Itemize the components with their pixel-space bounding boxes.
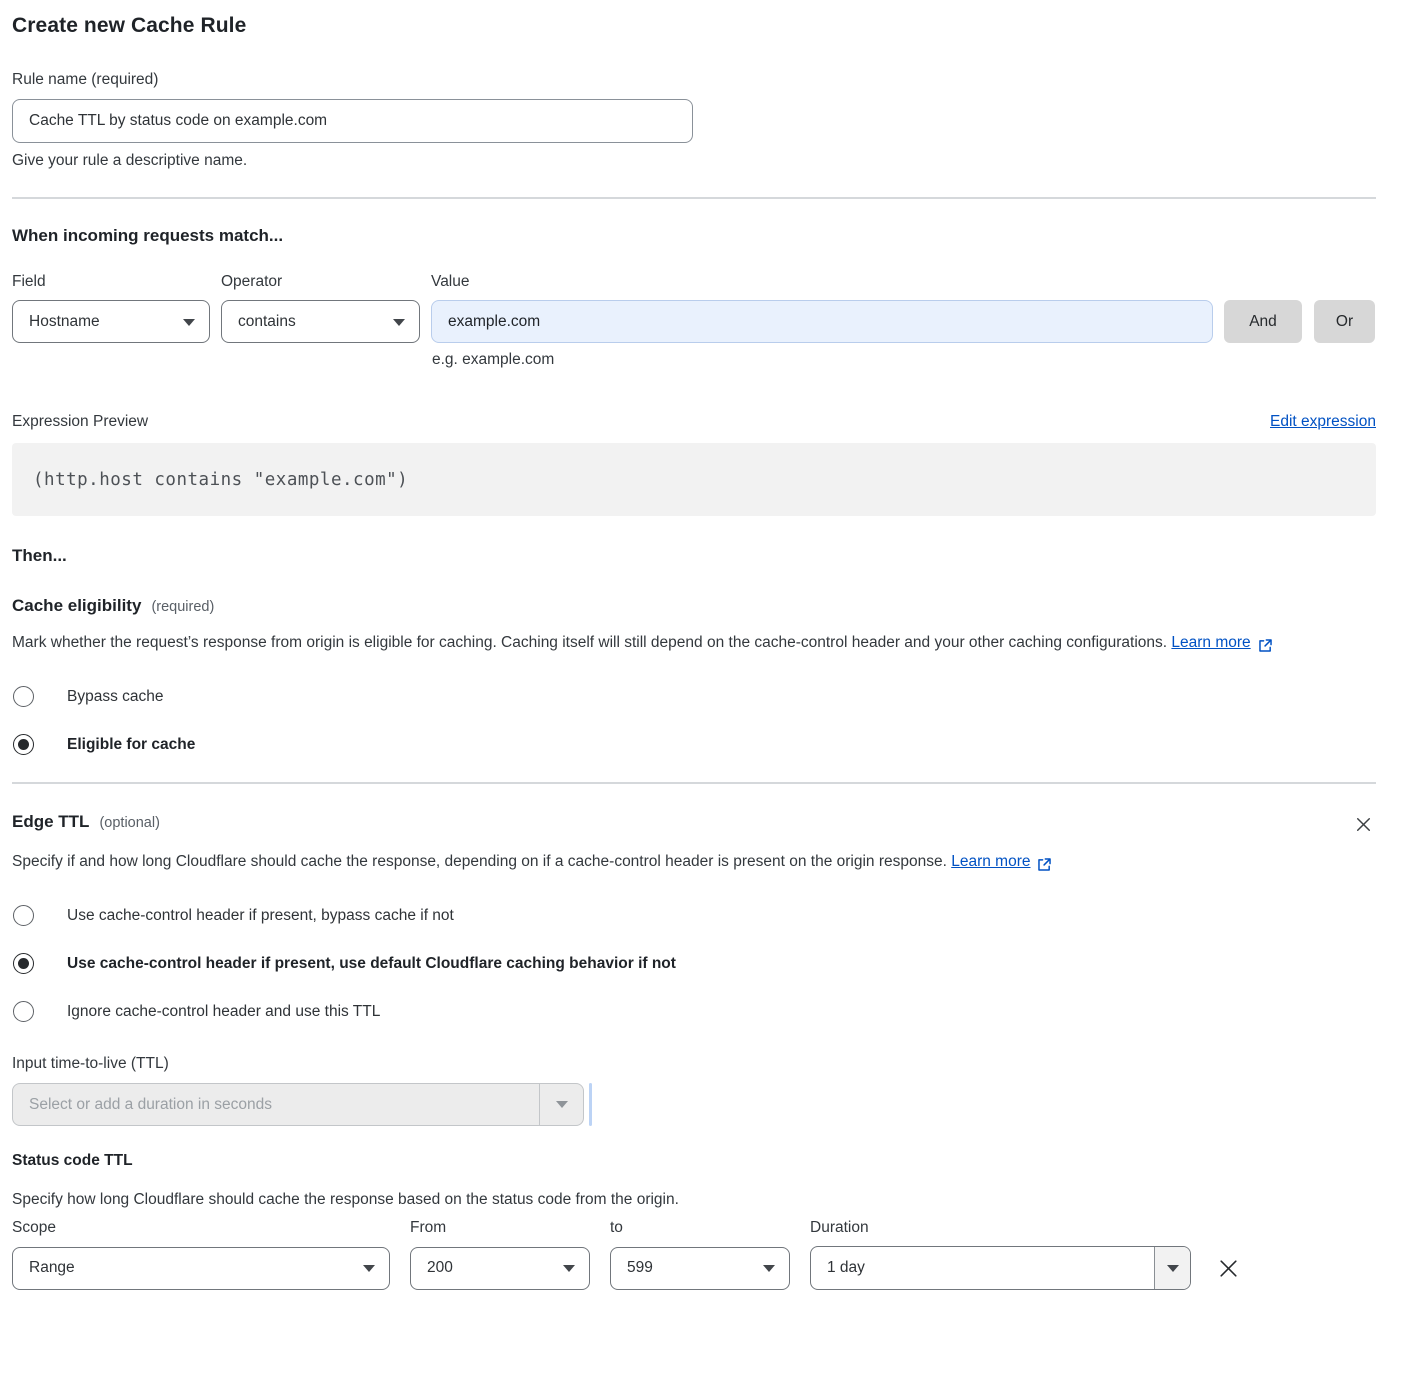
- chevron-down-icon: [183, 319, 195, 326]
- rule-name-input[interactable]: [12, 99, 693, 143]
- radio-circle-icon: [13, 686, 34, 707]
- radio-circle-checked-icon: [13, 734, 34, 755]
- cache-eligibility-required: (required): [151, 599, 214, 615]
- radio-edge-ttl-bypass-label: Use cache-control header if present, byp…: [67, 907, 454, 925]
- external-link-icon: [1257, 637, 1274, 654]
- then-heading: Then...: [12, 546, 1376, 566]
- field-select-value: Hostname: [29, 313, 100, 331]
- ttl-input-label: Input time-to-live (TTL): [12, 1055, 1376, 1073]
- scope-select-value: Range: [29, 1259, 75, 1277]
- radio-circle-checked-icon: [13, 953, 34, 974]
- or-button[interactable]: Or: [1314, 300, 1375, 343]
- status-code-ttl-description: Specify how long Cloudflare should cache…: [12, 1191, 1376, 1209]
- ttl-select-chevron-button[interactable]: [539, 1084, 583, 1125]
- from-label: From: [410, 1219, 610, 1237]
- chevron-down-icon: [763, 1265, 775, 1272]
- scope-label: Scope: [12, 1219, 410, 1237]
- edit-expression-link[interactable]: Edit expression: [1270, 413, 1376, 431]
- learn-more-link[interactable]: Learn more: [951, 848, 1053, 876]
- radio-bypass-cache[interactable]: Bypass cache: [12, 686, 1376, 707]
- cache-eligibility-description-text: Mark whether the request’s response from…: [12, 634, 1167, 651]
- duration-select[interactable]: 1 day: [810, 1246, 1191, 1290]
- ttl-duration-placeholder: Select or add a duration in seconds: [13, 1096, 539, 1114]
- radio-eligible-for-cache-label: Eligible for cache: [67, 736, 195, 754]
- to-label: to: [610, 1219, 810, 1237]
- value-label: Value: [431, 273, 1213, 291]
- cache-eligibility-description: Mark whether the request’s response from…: [12, 629, 1352, 657]
- focus-accent-line: [589, 1083, 592, 1126]
- edge-ttl-description-text: Specify if and how long Cloudflare shoul…: [12, 853, 947, 870]
- rule-name-help: Give your rule a descriptive name.: [12, 152, 1376, 170]
- radio-circle-icon: [13, 1001, 34, 1022]
- radio-eligible-for-cache[interactable]: Eligible for cache: [12, 734, 1376, 755]
- operator-label: Operator: [221, 273, 420, 291]
- radio-circle-icon: [13, 905, 34, 926]
- close-icon: [1353, 814, 1374, 835]
- chevron-down-icon: [363, 1265, 375, 1272]
- ttl-duration-select[interactable]: Select or add a duration in seconds: [12, 1083, 584, 1126]
- create-cache-rule-form: Create new Cache Rule Rule name (require…: [0, 0, 1412, 1310]
- radio-edge-ttl-default[interactable]: Use cache-control header if present, use…: [12, 953, 1376, 974]
- duration-label: Duration: [810, 1219, 869, 1237]
- radio-edge-ttl-ignore-label: Ignore cache-control header and use this…: [67, 1003, 380, 1021]
- edge-ttl-optional: (optional): [99, 815, 159, 831]
- chevron-down-icon: [1167, 1265, 1179, 1272]
- remove-status-code-row-button[interactable]: [1214, 1254, 1243, 1283]
- field-label: Field: [12, 273, 210, 291]
- expression-preview-box: (http.host contains "example.com"): [12, 443, 1376, 516]
- edge-ttl-close-button[interactable]: [1351, 812, 1376, 837]
- expression-code: (http.host contains "example.com"): [33, 470, 408, 490]
- chevron-down-icon: [393, 319, 405, 326]
- chevron-down-icon: [556, 1101, 568, 1108]
- rule-name-label: Rule name (required): [12, 71, 158, 88]
- learn-more-label: Learn more: [1171, 629, 1250, 657]
- from-select[interactable]: 200: [410, 1247, 590, 1290]
- learn-more-link[interactable]: Learn more: [1171, 629, 1273, 657]
- from-select-value: 200: [427, 1259, 453, 1277]
- section-divider: [12, 197, 1376, 199]
- edge-ttl-title: Edge TTL: [12, 812, 89, 832]
- external-link-icon: [1036, 856, 1053, 873]
- expression-preview-label: Expression Preview: [12, 413, 148, 431]
- radio-edge-ttl-bypass[interactable]: Use cache-control header if present, byp…: [12, 905, 1376, 926]
- scope-select[interactable]: Range: [12, 1247, 390, 1290]
- radio-bypass-cache-label: Bypass cache: [67, 688, 164, 706]
- chevron-down-icon: [563, 1265, 575, 1272]
- field-select[interactable]: Hostname: [12, 300, 210, 343]
- radio-edge-ttl-ignore[interactable]: Ignore cache-control header and use this…: [12, 1001, 1376, 1022]
- page-title: Create new Cache Rule: [12, 14, 1376, 38]
- value-help: e.g. example.com: [432, 351, 1376, 369]
- match-section-heading: When incoming requests match...: [12, 226, 1376, 246]
- cache-eligibility-title: Cache eligibility: [12, 596, 141, 616]
- duration-select-chevron-button[interactable]: [1154, 1247, 1190, 1289]
- close-icon: [1216, 1256, 1241, 1281]
- to-select[interactable]: 599: [610, 1247, 790, 1290]
- status-code-ttl-title: Status code TTL: [12, 1152, 1376, 1170]
- operator-select-value: contains: [238, 313, 296, 331]
- and-button[interactable]: And: [1224, 300, 1302, 343]
- value-input[interactable]: [431, 300, 1213, 343]
- edge-ttl-description: Specify if and how long Cloudflare shoul…: [12, 848, 1352, 876]
- learn-more-label: Learn more: [951, 848, 1030, 876]
- radio-edge-ttl-default-label: Use cache-control header if present, use…: [67, 955, 676, 973]
- operator-select[interactable]: contains: [221, 300, 420, 343]
- to-select-value: 599: [627, 1259, 653, 1277]
- section-divider: [12, 782, 1376, 784]
- duration-select-value: 1 day: [811, 1247, 1154, 1289]
